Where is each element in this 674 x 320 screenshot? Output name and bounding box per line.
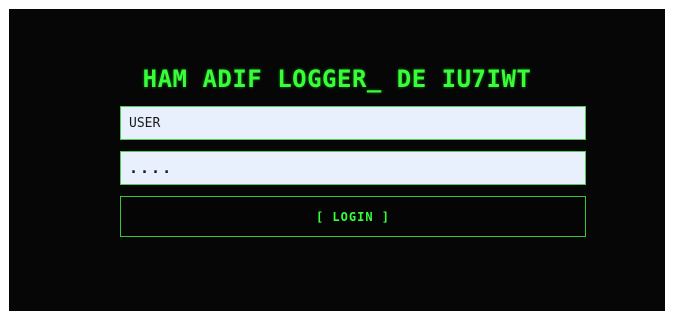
username-field[interactable]: [120, 106, 586, 140]
app-title: HAM ADIF LOGGER_ DE IU7IWT: [142, 65, 532, 93]
login-panel: HAM ADIF LOGGER_ DE IU7IWT [ LOGIN ]: [9, 9, 665, 311]
login-button[interactable]: [ LOGIN ]: [120, 196, 586, 237]
password-field[interactable]: [120, 151, 586, 185]
